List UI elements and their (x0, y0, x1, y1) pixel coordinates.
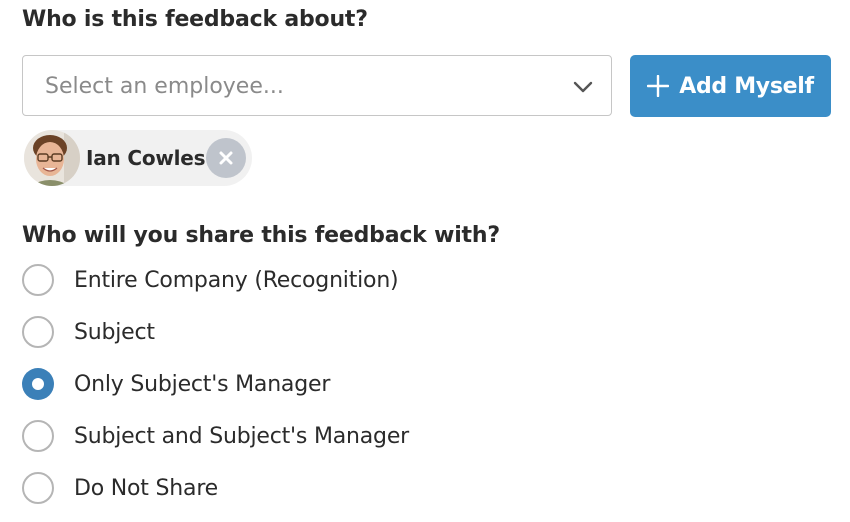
share-option-subject[interactable]: Subject (22, 312, 155, 352)
share-option-label: Only Subject's Manager (74, 371, 331, 397)
share-option-label: Subject (74, 319, 155, 345)
plus-icon (647, 75, 670, 97)
share-option-label: Do Not Share (74, 475, 219, 501)
share-option-do-not-share[interactable]: Do Not Share (22, 468, 218, 508)
add-myself-button[interactable]: Add Myself (630, 55, 831, 117)
share-option-subject-and-manager[interactable]: Subject and Subject's Manager (22, 416, 409, 456)
add-myself-label: Add Myself (679, 73, 814, 99)
chevron-down-icon (573, 81, 593, 93)
about-question-label: Who is this feedback about? (22, 7, 368, 32)
radio-button[interactable] (22, 264, 54, 296)
radio-button[interactable] (22, 420, 54, 452)
employee-select[interactable]: Select an employee... (22, 55, 612, 116)
radio-button-selected[interactable] (22, 368, 54, 400)
close-icon (219, 151, 233, 165)
selected-employee-chip: Ian Cowles (24, 130, 252, 186)
employee-select-placeholder: Select an employee... (45, 74, 284, 99)
radio-button[interactable] (22, 472, 54, 504)
share-question-label: Who will you share this feedback with? (22, 223, 500, 248)
radio-button[interactable] (22, 316, 54, 348)
remove-employee-button[interactable] (206, 138, 246, 178)
share-option-label: Subject and Subject's Manager (74, 423, 409, 449)
share-option-only-subjects-manager[interactable]: Only Subject's Manager (22, 364, 330, 404)
share-option-label: Entire Company (Recognition) (74, 267, 399, 293)
avatar (24, 130, 80, 186)
employee-name: Ian Cowles (86, 146, 206, 170)
share-option-entire-company[interactable]: Entire Company (Recognition) (22, 260, 399, 300)
